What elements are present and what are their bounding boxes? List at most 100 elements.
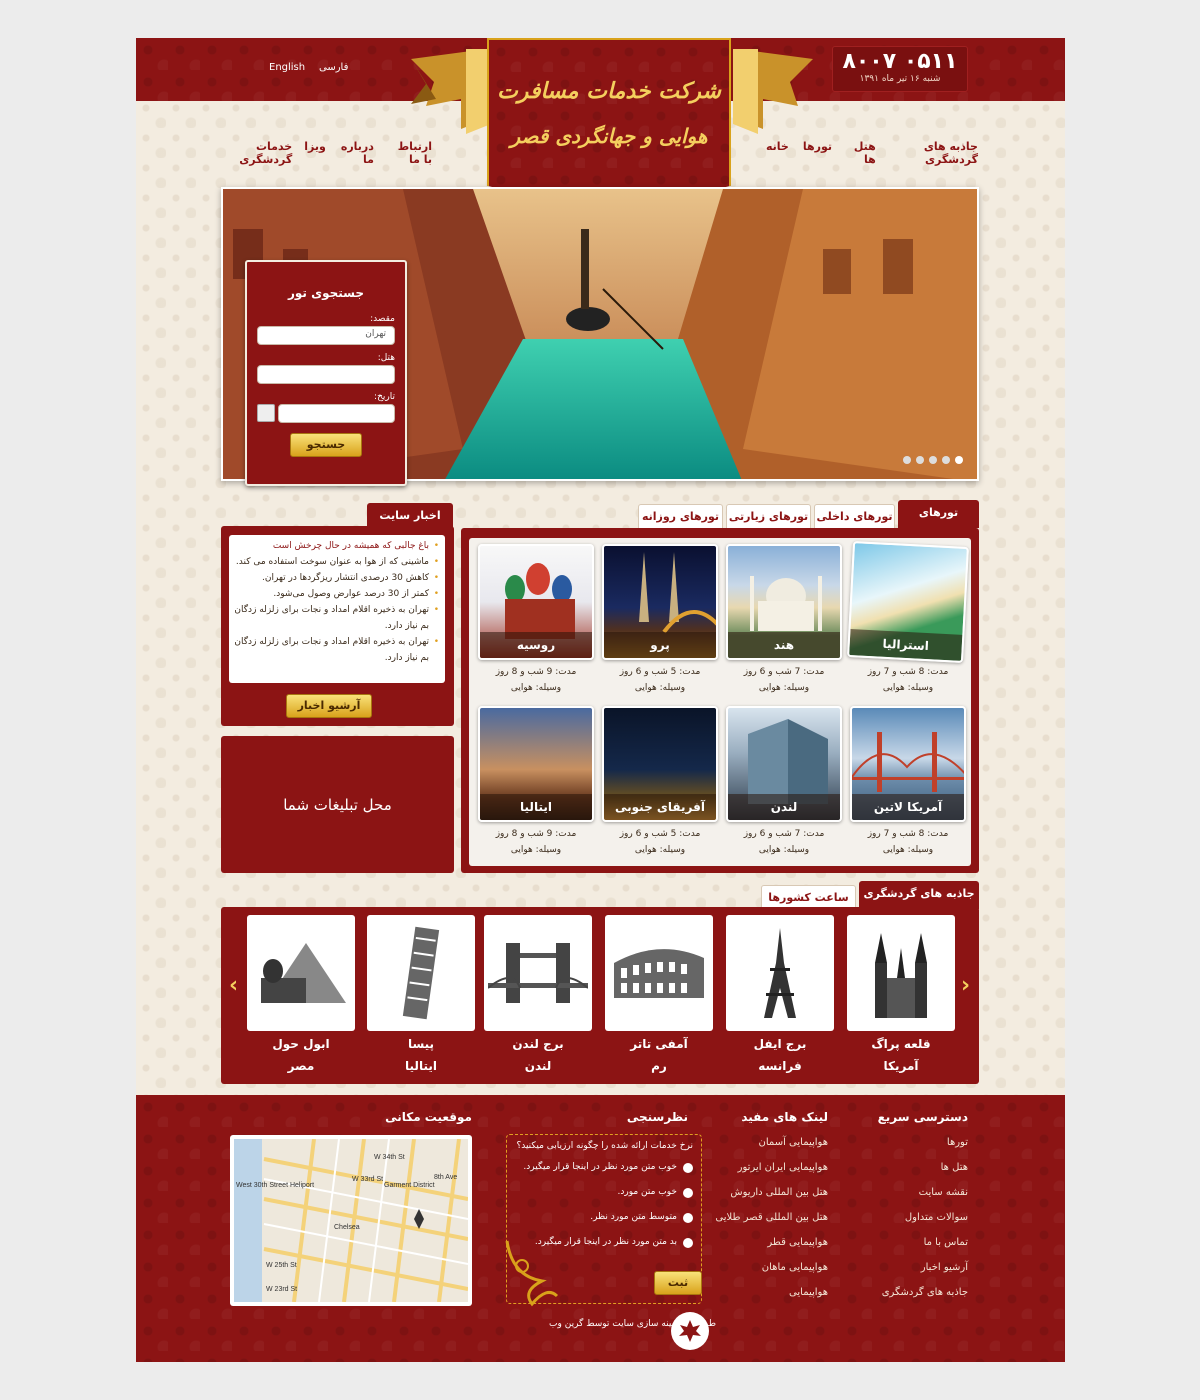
radio-icon[interactable] xyxy=(683,1162,693,1173)
lang-english-link[interactable]: English xyxy=(269,62,305,73)
footer-link[interactable]: تماس با ما xyxy=(836,1230,968,1255)
footer-link[interactable]: هتل ها xyxy=(836,1155,968,1180)
nav-home-link[interactable]: خانه xyxy=(766,140,789,166)
tour-card[interactable]: استرالیا مدت: 8 شب و 7 روز وسیله: هوایی xyxy=(847,541,969,696)
news-item[interactable]: تهران به ذخیره اقلام امداد و نجات برای ز… xyxy=(233,634,441,666)
news-item[interactable]: ماشینی که از هوا به عنوان سوخت استفاده م… xyxy=(233,554,441,570)
tab-foreign-tours[interactable]: تورهای خارجی xyxy=(898,500,979,543)
date-input[interactable] xyxy=(278,404,395,423)
footer-link[interactable]: هواپیمایی xyxy=(696,1280,828,1305)
chevron-right-icon[interactable]: › xyxy=(961,973,970,998)
calendar-icon[interactable] xyxy=(257,404,275,422)
slider-dot[interactable] xyxy=(942,456,950,464)
footer-link[interactable]: هواپیمایی ایران ایرتور xyxy=(696,1155,828,1180)
greenweb-logo-icon[interactable] xyxy=(671,1312,709,1350)
location-map[interactable]: W 34th St W 33rd St West 30th Street Hel… xyxy=(230,1135,472,1306)
nav-attractions-link[interactable]: جاذبه های گردشگری xyxy=(890,140,978,166)
eiffel-tower-icon xyxy=(726,915,834,1031)
footer-link[interactable]: هتل بین المللی قصر طلایی xyxy=(696,1205,828,1230)
news-item[interactable]: کمتر از 30 درصد عوارض وصول می‌شود. xyxy=(233,586,441,602)
tab-world-clocks[interactable]: ساعت کشورها xyxy=(761,885,856,909)
radio-icon[interactable] xyxy=(683,1212,693,1223)
tour-card[interactable]: روسیه مدت: 9 شب و 8 روز وسیله: هوایی xyxy=(478,544,594,696)
slider-dot-active[interactable] xyxy=(955,456,963,464)
tours-grid: استرالیا مدت: 8 شب و 7 روز وسیله: هوایی ه… xyxy=(469,538,971,866)
news-item[interactable]: کاهش 30 درصدی انتشار ریزگردها در تهران. xyxy=(233,570,441,586)
tour-vehicle: وسیله: هوایی xyxy=(634,845,686,855)
nav-contact-link[interactable]: ارتباط با ما xyxy=(386,140,432,166)
sight-card[interactable]: ابول حول مصر xyxy=(247,915,355,1073)
poll-option[interactable]: خوب متن مورد نظر در اینجا قرار میگیرد. xyxy=(515,1155,693,1180)
tour-card[interactable]: آمریکا لاتین مدت: 8 شب و 7 روز وسیله: هوا… xyxy=(850,706,966,858)
sight-card[interactable]: برج ایفل فرانسه xyxy=(726,915,834,1073)
nav-about-link[interactable]: درباره ما xyxy=(338,140,374,166)
destination-input[interactable]: تهران xyxy=(257,326,395,345)
search-button[interactable]: جستجو xyxy=(290,433,362,457)
sight-card[interactable]: آمفی تاتر رم xyxy=(605,915,713,1073)
tour-card[interactable]: هند مدت: 7 شب و 6 روز وسیله: هوایی xyxy=(726,544,842,696)
tour-card[interactable]: لندن مدت: 7 شب و 6 روز وسیله: هوایی xyxy=(726,706,842,858)
poll-submit-button[interactable]: ثبت xyxy=(654,1271,702,1295)
tour-photo-london: لندن xyxy=(726,706,842,822)
news-item[interactable]: باغ جالبی که همیشه در حال چرخش است xyxy=(233,538,441,554)
logo-title: شرکت خدمات مسافرت xyxy=(497,78,721,104)
footer-link[interactable]: نقشه سایت xyxy=(836,1180,968,1205)
slider-dot[interactable] xyxy=(903,456,911,464)
nav-hotels-link[interactable]: هتل ها xyxy=(846,140,876,166)
map-district-label: Chelsea xyxy=(334,1224,360,1231)
tour-card[interactable]: پرو مدت: 5 شب و 6 روز وسیله: هوایی xyxy=(602,544,718,696)
right-ribbon-icon xyxy=(733,49,813,134)
footer-link[interactable]: جاذبه های گردشگری xyxy=(836,1280,968,1305)
lang-farsi-link[interactable]: فارسی xyxy=(319,62,348,73)
header-date: شنبه ۱۶ تیر ماه ۱۳۹۱ xyxy=(859,74,941,84)
poll-option[interactable]: خوب متن مورد. xyxy=(515,1180,693,1205)
footer-link[interactable]: آرشیو اخبار xyxy=(836,1255,968,1280)
tab-domestic-tours[interactable]: تورهای داخلی xyxy=(814,504,895,528)
chevron-left-icon[interactable]: ‹ xyxy=(229,973,238,998)
ornament-flourish-icon xyxy=(505,1240,559,1307)
tab-attractions[interactable]: جاذبه های گردشگری xyxy=(859,881,979,909)
radio-icon[interactable] xyxy=(683,1187,693,1198)
footer-link[interactable]: هواپیمایی آسمان xyxy=(696,1130,828,1155)
footer-link[interactable]: سوالات متداول xyxy=(836,1205,968,1230)
poll-option[interactable]: متوسط متن مورد نظر. xyxy=(515,1205,693,1230)
colosseum-icon xyxy=(605,915,713,1031)
sight-card[interactable]: برج لندن لندن xyxy=(484,915,592,1073)
quick-access-list: تورها هتل ها نقشه سایت سوالات متداول تما… xyxy=(836,1130,968,1305)
tour-photo-italy: ایتالیا xyxy=(478,706,594,822)
news-item[interactable]: تهران به ذخیره اقلام امداد و نجات برای ز… xyxy=(233,602,441,634)
left-ribbon-icon xyxy=(411,49,491,134)
sight-country: ایتالیا xyxy=(405,1059,437,1073)
news-archive-button[interactable]: آرشیو اخبار xyxy=(286,694,372,718)
nav-tours-link[interactable]: تورها xyxy=(803,140,832,166)
main-nav-right: خانه تورها هتل ها جاذبه های گردشگری xyxy=(766,140,978,166)
tour-duration: مدت: 5 شب و 6 روز xyxy=(619,829,701,839)
footer-link[interactable]: هتل بین المللی داریوش xyxy=(696,1180,828,1205)
map-street-label: 8th Ave xyxy=(434,1174,457,1181)
tour-duration: مدت: 9 شب و 8 روز xyxy=(495,829,577,839)
useful-links-list: هواپیمایی آسمان هواپیمایی ایران ایرتور ه… xyxy=(696,1130,828,1305)
slider-dot[interactable] xyxy=(929,456,937,464)
ad-box[interactable]: محل تبلیغات شما xyxy=(221,736,454,873)
footer-link[interactable]: تورها xyxy=(836,1130,968,1155)
tour-card[interactable]: ایتالیا مدت: 9 شب و 8 روز وسیله: هوایی xyxy=(478,706,594,858)
nav-visa-link[interactable]: ویزا xyxy=(304,140,326,166)
sight-country: رم xyxy=(651,1059,667,1073)
destination-label: مقصد: xyxy=(370,314,395,324)
tour-card[interactable]: آفریقای جنوبی مدت: 5 شب و 6 روز وسیله: هو… xyxy=(602,706,718,858)
tab-pilgrimage-tours[interactable]: تورهای زیارتی xyxy=(726,504,811,528)
footer-link[interactable]: هواپیمایی ماهان xyxy=(696,1255,828,1280)
tab-daily-tours[interactable]: تورهای روزانه xyxy=(638,504,723,528)
tour-duration: مدت: 8 شب و 7 روز xyxy=(867,829,949,839)
sight-card[interactable]: پیسا ایتالیا xyxy=(367,915,475,1073)
slider-dot[interactable] xyxy=(916,456,924,464)
nav-services-link[interactable]: خدمات گردشگری xyxy=(222,140,292,166)
tour-vehicle: وسیله: هوایی xyxy=(758,845,810,855)
radio-icon[interactable] xyxy=(683,1237,693,1248)
sight-card[interactable]: قلعه پراگ آمریکا xyxy=(847,915,955,1073)
footer-link[interactable]: هواپیمایی قطر xyxy=(696,1230,828,1255)
poll-title: نظرسنجی xyxy=(626,1110,688,1124)
hotel-input[interactable] xyxy=(257,365,395,384)
tour-photo-peru: پرو xyxy=(602,544,718,660)
sight-name: قلعه پراگ xyxy=(871,1037,931,1051)
